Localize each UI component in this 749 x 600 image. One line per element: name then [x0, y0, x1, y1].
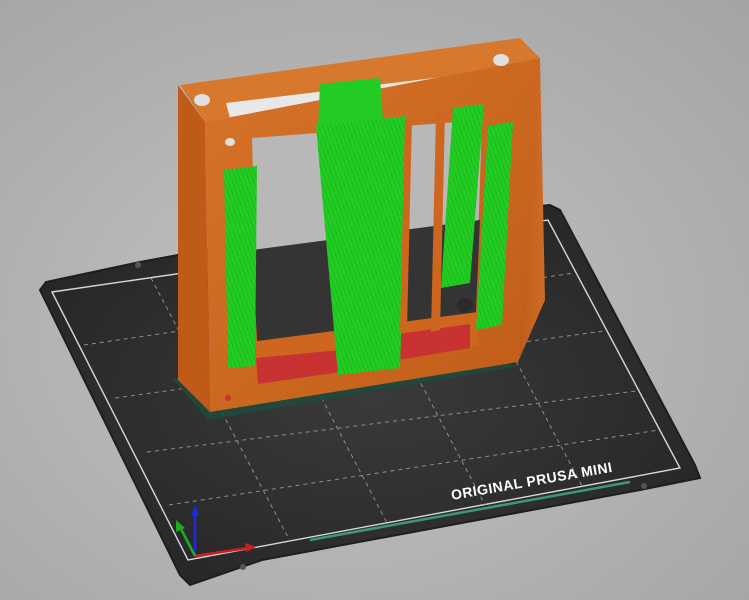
scene-canvas[interactable]: ORIGINAL PRUSA MINI: [0, 0, 749, 600]
bed-mount-3: [240, 564, 246, 570]
bed-mount-1: [135, 262, 141, 268]
3d-viewport[interactable]: ORIGINAL PRUSA MINI: [0, 0, 749, 600]
hole-front-left: [225, 138, 235, 146]
hole-front-right: [457, 298, 473, 312]
frame-left-side: [178, 85, 210, 412]
model-enclosure[interactable]: [178, 38, 545, 412]
hole-top-right: [493, 54, 509, 66]
hole-top-left: [194, 94, 210, 106]
hole-bottom-left: [225, 395, 231, 401]
bed-mount-2: [641, 483, 647, 489]
